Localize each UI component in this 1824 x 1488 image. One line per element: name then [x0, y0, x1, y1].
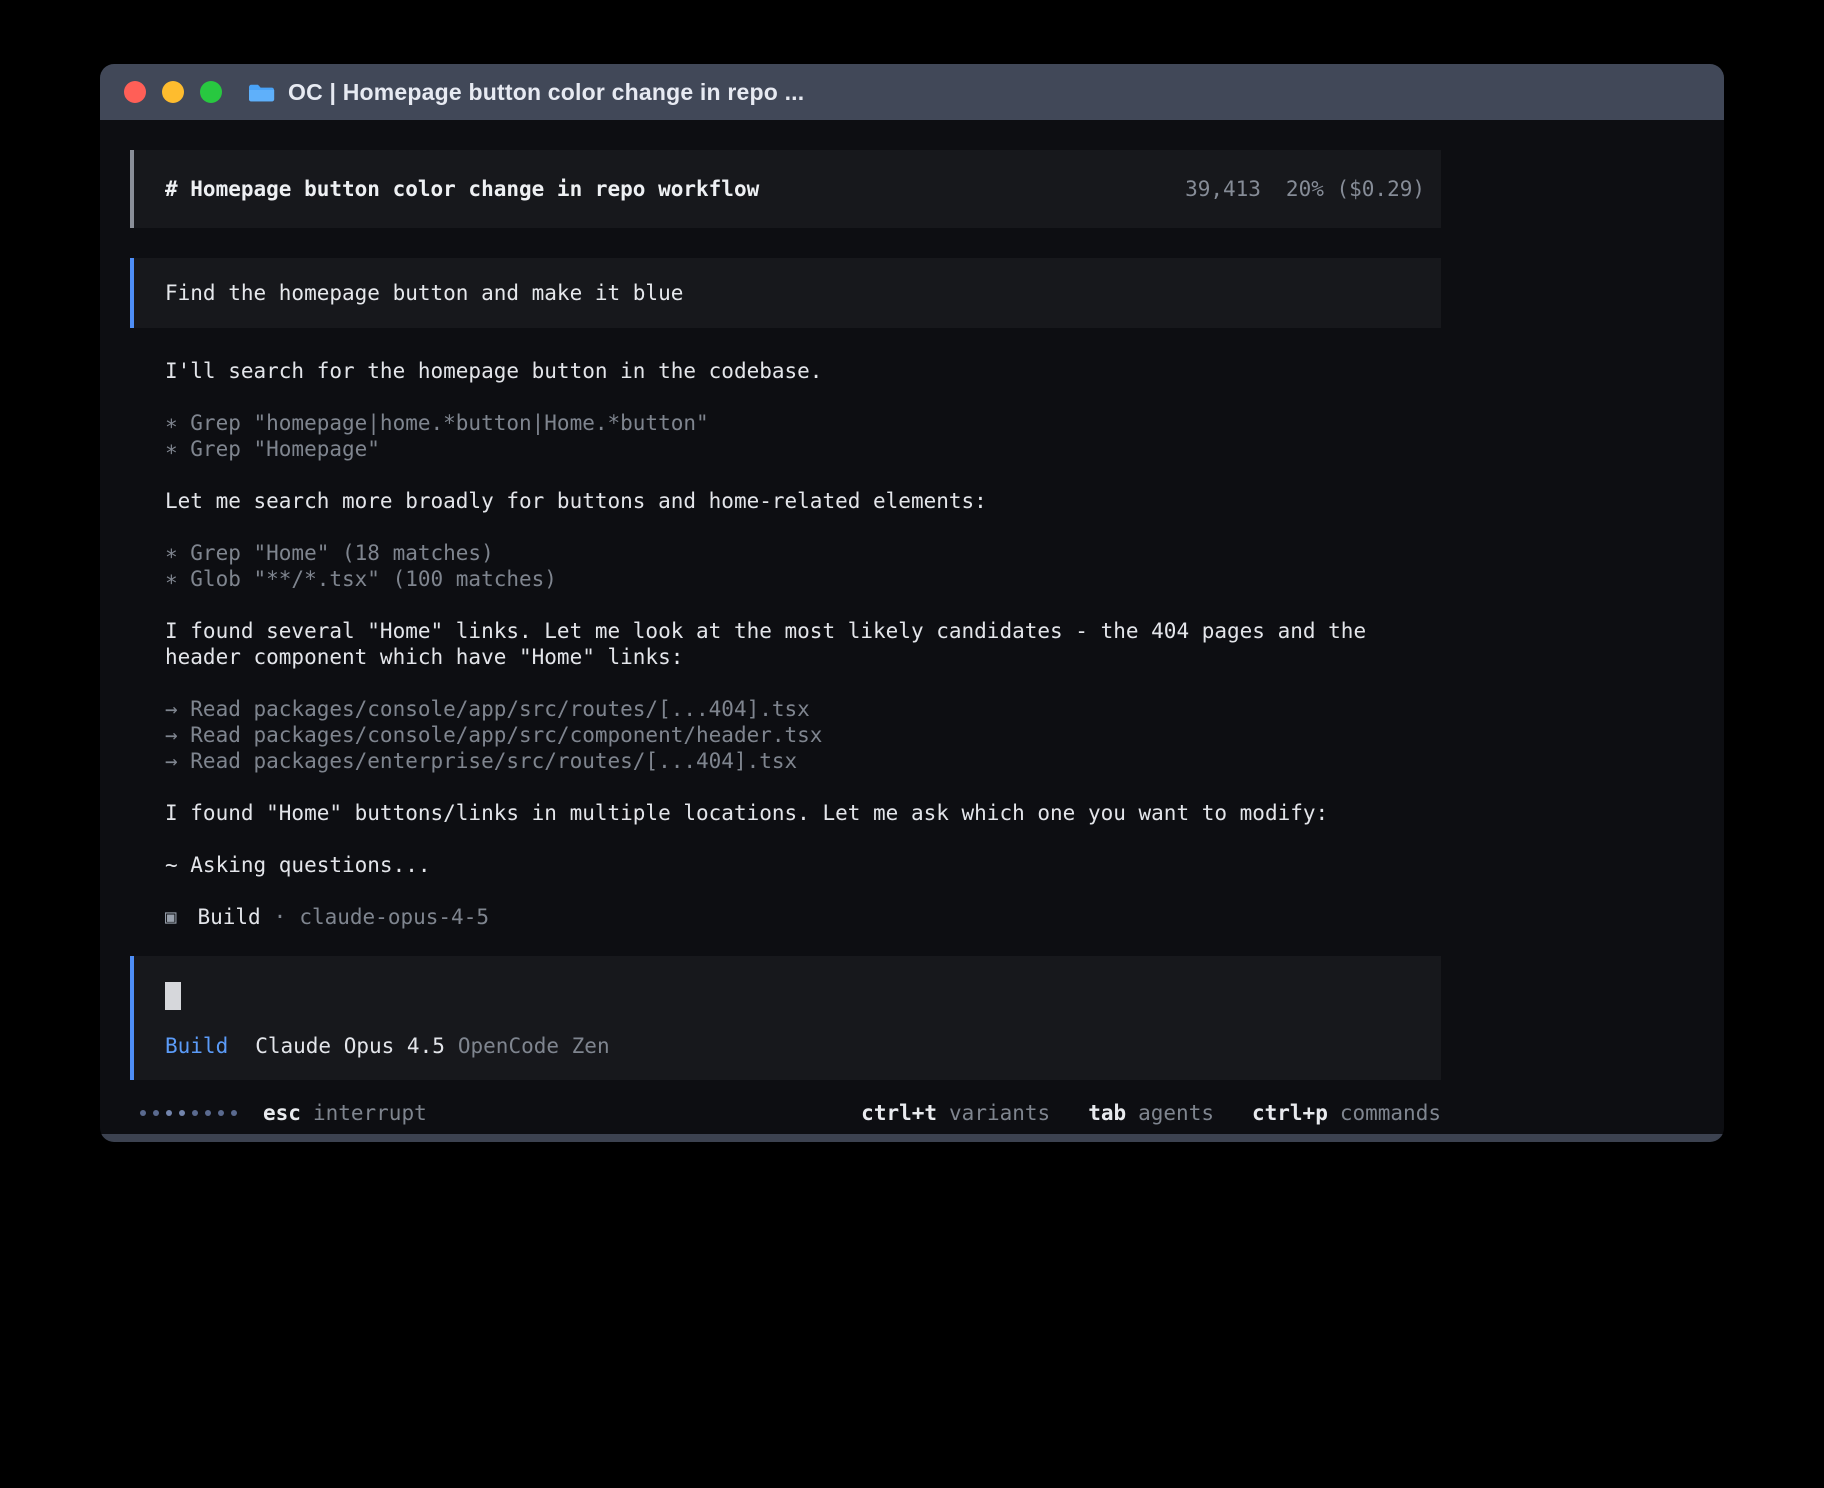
shortcut-label: variants — [949, 1101, 1050, 1125]
shortcut-key: ctrl+p — [1252, 1101, 1328, 1125]
esc-hint-key: esc — [263, 1101, 301, 1125]
agent-badge-icon: ▣ — [165, 904, 176, 930]
zoom-button[interactable] — [200, 81, 222, 103]
assistant-text: I'll search for the homepage button in t… — [165, 358, 1415, 384]
window-bottom-edge — [100, 1134, 1724, 1142]
shortcut-label: commands — [1340, 1101, 1441, 1125]
user-message: Find the homepage button and make it blu… — [130, 258, 1441, 328]
status-bar-left: esc interrupt — [130, 1101, 427, 1125]
assistant-status-text: ~ Asking questions... — [165, 852, 1415, 878]
tool-call-group: ∗ Grep "homepage|home.*button|Home.*butt… — [165, 410, 1694, 462]
tool-call-grep: ∗ Grep "Home" (18 matches) — [165, 540, 1694, 566]
title-group: OC | Homepage button color change in rep… — [248, 79, 804, 106]
shortcut-commands: ctrl+p commands — [1252, 1101, 1441, 1125]
esc-hint-label: interrupt — [313, 1101, 427, 1125]
status-bar: esc interrupt ctrl+t variants tab agents… — [130, 1098, 1441, 1128]
shortcut-agents: tab agents — [1088, 1101, 1214, 1125]
agent-model: claude-opus-4-5 — [299, 904, 489, 930]
terminal-window: OC | Homepage button color change in rep… — [100, 64, 1724, 1142]
context-usage: 20% ($0.29) — [1286, 177, 1425, 201]
input-meta-row: Build Claude Opus 4.5 OpenCode Zen — [165, 1034, 1441, 1058]
progress-spinner-icon — [140, 1110, 237, 1116]
tool-call-read: → Read packages/enterprise/src/routes/[.… — [165, 748, 1694, 774]
prompt-input[interactable]: Build Claude Opus 4.5 OpenCode Zen — [130, 956, 1441, 1080]
provider-label: OpenCode Zen — [458, 1034, 610, 1058]
shortcut-key: ctrl+t — [861, 1101, 937, 1125]
user-message-text: Find the homepage button and make it blu… — [165, 281, 683, 305]
session-title: # Homepage button color change in repo w… — [165, 177, 759, 201]
tool-call-grep: ∗ Grep "homepage|home.*button|Home.*butt… — [165, 410, 1694, 436]
token-count: 39,413 — [1185, 177, 1261, 201]
status-bar-right: ctrl+t variants tab agents ctrl+p comman… — [861, 1101, 1441, 1125]
shortcut-key: tab — [1088, 1101, 1126, 1125]
assistant-text: I found "Home" buttons/links in multiple… — [165, 800, 1415, 826]
dot-separator: · — [274, 904, 287, 930]
tool-call-group: ∗ Grep "Home" (18 matches) ∗ Glob "**/*.… — [165, 540, 1694, 592]
tool-call-read: → Read packages/console/app/src/componen… — [165, 722, 1694, 748]
agent-mode-label: Build — [165, 1034, 228, 1058]
assistant-transcript: I'll search for the homepage button in t… — [165, 358, 1694, 930]
agent-status-row: ▣ Build · claude-opus-4-5 — [165, 904, 1694, 930]
session-header: # Homepage button color change in repo w… — [130, 150, 1441, 228]
tool-call-grep: ∗ Grep "Homepage" — [165, 436, 1694, 462]
window-title: OC | Homepage button color change in rep… — [288, 79, 804, 106]
text-cursor — [165, 982, 181, 1010]
assistant-text: Let me search more broadly for buttons a… — [165, 488, 1415, 514]
assistant-text: I found several "Home" links. Let me loo… — [165, 618, 1415, 670]
minimize-button[interactable] — [162, 81, 184, 103]
session-stats: 39,413 20% ($0.29) — [1185, 177, 1425, 201]
tool-call-read: → Read packages/console/app/src/routes/[… — [165, 696, 1694, 722]
title-bar[interactable]: OC | Homepage button color change in rep… — [100, 64, 1724, 120]
agent-name: Build — [197, 904, 260, 930]
model-label: Claude Opus 4.5 — [255, 1034, 445, 1058]
shortcut-variants: ctrl+t variants — [861, 1101, 1050, 1125]
tool-call-glob: ∗ Glob "**/*.tsx" (100 matches) — [165, 566, 1694, 592]
terminal-content: # Homepage button color change in repo w… — [100, 120, 1724, 1128]
tool-call-group: → Read packages/console/app/src/routes/[… — [165, 696, 1694, 774]
folder-icon — [248, 81, 275, 103]
traffic-lights — [124, 81, 222, 103]
shortcut-label: agents — [1138, 1101, 1214, 1125]
close-button[interactable] — [124, 81, 146, 103]
